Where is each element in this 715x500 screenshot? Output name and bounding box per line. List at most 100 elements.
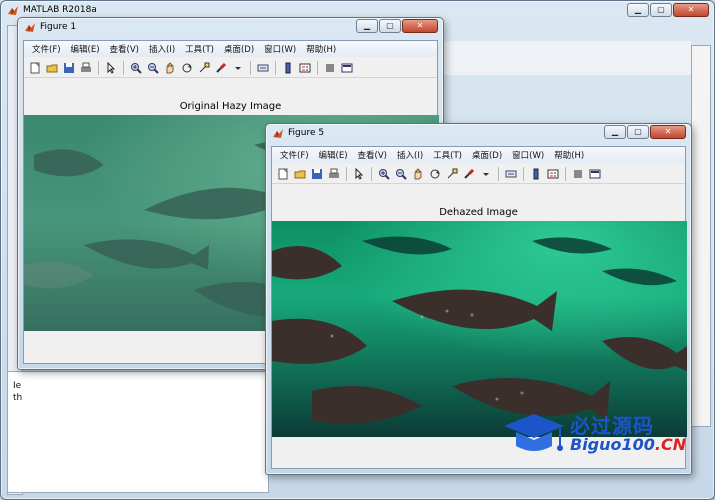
legend-button[interactable] <box>298 61 312 75</box>
toolbar-separator <box>371 166 372 181</box>
zoom-out-icon <box>148 62 159 74</box>
menu-view[interactable]: 查看(V) <box>354 149 391 161</box>
open-icon <box>46 64 58 72</box>
zoom-in-button[interactable] <box>129 61 143 75</box>
menu-tools[interactable]: 工具(T) <box>181 43 218 55</box>
show-tools-button[interactable] <box>340 61 354 75</box>
zoom-out-button[interactable] <box>394 167 408 181</box>
hide-tools-button[interactable] <box>571 167 585 181</box>
data-cursor-icon <box>447 168 458 178</box>
print-icon <box>329 168 339 178</box>
dropdown-arrow-icon <box>235 66 241 70</box>
save-icon <box>64 62 74 73</box>
open-button[interactable] <box>45 61 59 75</box>
hide-tools-icon <box>574 169 582 178</box>
figure-1-titlebar[interactable]: Figure 1 ▁ ▢ ✕ <box>18 18 443 38</box>
brush-button[interactable] <box>214 61 228 75</box>
data-cursor-button[interactable] <box>197 61 211 75</box>
menu-help[interactable]: 帮助(H) <box>550 149 588 161</box>
close-icon: ✕ <box>416 21 424 30</box>
menu-desktop[interactable]: 桌面(D) <box>468 149 506 161</box>
new-figure-button[interactable] <box>28 61 42 75</box>
menu-insert[interactable]: 插入(I) <box>145 43 179 55</box>
dropdown-arrow-button[interactable] <box>479 167 493 181</box>
matlab-right-panel <box>691 45 711 427</box>
toolbar-separator <box>123 60 124 75</box>
menu-file[interactable]: 文件(F) <box>28 43 65 55</box>
menu-window[interactable]: 窗口(W) <box>260 43 300 55</box>
colorbar-button[interactable] <box>281 61 295 75</box>
menu-file[interactable]: 文件(F) <box>276 149 313 161</box>
hide-tools-button[interactable] <box>323 61 337 75</box>
rotate-3d-button[interactable] <box>428 167 442 181</box>
legend-button[interactable] <box>546 167 560 181</box>
dropdown-arrow-icon <box>483 172 489 176</box>
figure-5-title: Figure 5 <box>288 128 325 138</box>
maximize-button[interactable]: ▢ <box>650 3 672 17</box>
open-button[interactable] <box>293 167 307 181</box>
dehazed-image <box>272 221 687 437</box>
select-arrow-button[interactable] <box>352 167 366 181</box>
menu-tools[interactable]: 工具(T) <box>429 149 466 161</box>
watermark-en-text: Biguo100.CN <box>570 435 686 454</box>
figure-5-titlebar[interactable]: Figure 5 ▁ ▢ ✕ <box>266 124 691 144</box>
save-button[interactable] <box>310 167 324 181</box>
matlab-window-title: MATLAB R2018a <box>23 5 97 15</box>
zoom-out-icon <box>396 168 407 180</box>
open-icon <box>294 170 306 178</box>
brush-button[interactable] <box>462 167 476 181</box>
matlab-logo-icon <box>273 129 283 138</box>
toolbar-separator <box>98 60 99 75</box>
maximize-button[interactable]: ▢ <box>379 19 401 33</box>
minimize-button[interactable]: ▁ <box>604 125 626 139</box>
save-button[interactable] <box>62 61 76 75</box>
menu-edit[interactable]: 编辑(E) <box>67 43 104 55</box>
hide-tools-icon <box>326 63 334 72</box>
data-cursor-button[interactable] <box>445 167 459 181</box>
rotate-3d-button[interactable] <box>180 61 194 75</box>
menu-view[interactable]: 查看(V) <box>106 43 143 55</box>
menu-window[interactable]: 窗口(W) <box>508 149 548 161</box>
toolbar-separator <box>498 166 499 181</box>
menu-desktop[interactable]: 桌面(D) <box>220 43 258 55</box>
menu-help[interactable]: 帮助(H) <box>302 43 340 55</box>
select-arrow-icon <box>107 61 116 74</box>
new-figure-button[interactable] <box>276 167 290 181</box>
axes-title: Original Hazy Image <box>179 101 282 112</box>
link-plot-button[interactable] <box>256 61 270 75</box>
menu-insert[interactable]: 插入(I) <box>393 149 427 161</box>
link-plot-button[interactable] <box>504 167 518 181</box>
command-window-area <box>7 371 269 493</box>
pan-hand-button[interactable] <box>163 61 177 75</box>
watermark-en-suffix: .CN <box>654 435 687 454</box>
toolbar-separator <box>523 166 524 181</box>
matlab-logo-icon <box>8 6 18 15</box>
new-figure-icon <box>278 168 288 179</box>
close-button[interactable]: ✕ <box>673 3 709 17</box>
close-button[interactable]: ✕ <box>402 19 438 33</box>
print-button[interactable] <box>79 61 93 75</box>
dropdown-arrow-button[interactable] <box>231 61 245 75</box>
minimize-button[interactable]: ▁ <box>627 3 649 17</box>
zoom-in-button[interactable] <box>377 167 391 181</box>
minimize-button[interactable]: ▁ <box>356 19 378 33</box>
menu-edit[interactable]: 编辑(E) <box>315 149 352 161</box>
zoom-out-button[interactable] <box>146 61 160 75</box>
matlab-menu-remnant <box>441 41 691 75</box>
watermark-en-main: Biguo100 <box>570 435 655 454</box>
toolbar-separator <box>565 166 566 181</box>
command-window-text-1: Ie <box>13 381 22 391</box>
colorbar-button[interactable] <box>529 167 543 181</box>
figure-1-title: Figure 1 <box>40 22 77 32</box>
pan-hand-button[interactable] <box>411 167 425 181</box>
select-arrow-button[interactable] <box>104 61 118 75</box>
rotate-3d-icon <box>182 63 192 72</box>
select-arrow-icon <box>355 167 364 180</box>
pan-hand-icon <box>166 61 174 73</box>
brush-icon <box>464 168 475 179</box>
close-button[interactable]: ✕ <box>650 125 686 139</box>
print-button[interactable] <box>327 167 341 181</box>
maximize-button[interactable]: ▢ <box>627 125 649 139</box>
maximize-icon: ▢ <box>386 21 394 30</box>
show-tools-button[interactable] <box>588 167 602 181</box>
